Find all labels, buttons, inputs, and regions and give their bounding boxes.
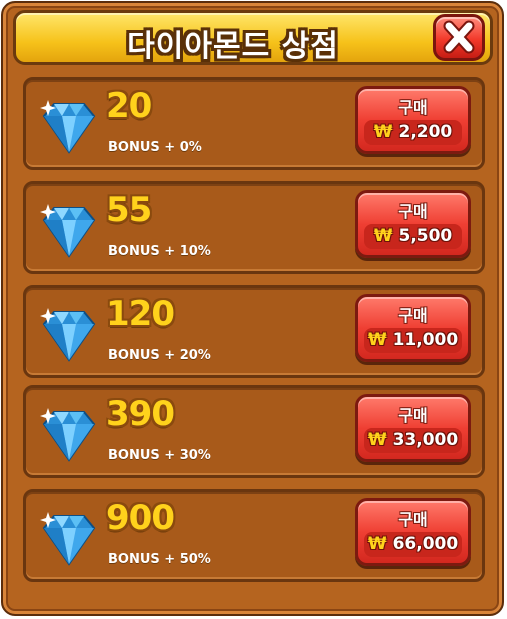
price-box: ₩11,000 — [364, 328, 462, 353]
price-box: ₩5,500 — [364, 224, 462, 249]
buy-button[interactable]: 구매 ₩2,200 — [355, 86, 471, 154]
buy-button[interactable]: 구매 ₩66,000 — [355, 498, 471, 566]
title-bar: 다이아몬드 상점 — [13, 10, 493, 65]
close-x-icon — [443, 20, 475, 54]
price-text: ₩11,000 — [364, 330, 462, 350]
diamond-amount: 390 — [106, 394, 175, 434]
buy-button[interactable]: 구매 ₩11,000 — [355, 294, 471, 362]
shop-item-row: 55 BONUS + 10% 구매 ₩5,500 — [23, 181, 485, 274]
diamond-icon — [40, 408, 96, 462]
price-box: ₩2,200 — [364, 120, 462, 145]
diamond-icon — [40, 100, 96, 154]
shop-item-row: 120 BONUS + 20% 구매 ₩11,000 — [23, 285, 485, 378]
bonus-text: BONUS + 30% — [108, 448, 211, 463]
shop-item-row: 900 BONUS + 50% 구매 ₩66,000 — [23, 489, 485, 582]
shop-title: 다이아몬드 상점 — [127, 29, 339, 64]
diamond-amount: 900 — [106, 498, 175, 538]
price-text: ₩66,000 — [364, 534, 462, 554]
won-symbol: ₩ — [373, 122, 393, 142]
price-value: 5,500 — [398, 226, 453, 246]
won-symbol: ₩ — [367, 330, 387, 350]
price-box: ₩66,000 — [364, 532, 462, 557]
bonus-text: BONUS + 10% — [108, 244, 211, 259]
buy-label: 구매 — [398, 202, 428, 221]
diamond-icon — [40, 308, 96, 362]
diamond-amount: 120 — [106, 294, 175, 334]
shop-item-row: 390 BONUS + 30% 구매 ₩33,000 — [23, 385, 485, 478]
price-text: ₩5,500 — [364, 226, 462, 246]
diamond-icon — [40, 512, 96, 566]
price-text: ₩33,000 — [364, 430, 462, 450]
won-symbol: ₩ — [373, 226, 393, 246]
won-symbol: ₩ — [367, 534, 387, 554]
buy-label: 구매 — [398, 306, 428, 325]
price-value: 11,000 — [392, 330, 459, 350]
price-text: ₩2,200 — [364, 122, 462, 142]
bonus-text: BONUS + 20% — [108, 348, 211, 363]
won-symbol: ₩ — [367, 430, 387, 450]
bonus-text: BONUS + 0% — [108, 140, 202, 155]
buy-label: 구매 — [398, 98, 428, 117]
diamond-amount: 20 — [106, 86, 152, 126]
diamond-amount: 55 — [106, 190, 152, 230]
buy-button[interactable]: 구매 ₩5,500 — [355, 190, 471, 258]
buy-label: 구매 — [398, 510, 428, 529]
price-box: ₩33,000 — [364, 428, 462, 453]
buy-label: 구매 — [398, 406, 428, 425]
price-value: 33,000 — [392, 430, 459, 450]
price-value: 66,000 — [392, 534, 459, 554]
bonus-text: BONUS + 50% — [108, 552, 211, 567]
price-value: 2,200 — [398, 122, 453, 142]
shop-item-row: 20 BONUS + 0% 구매 ₩2,200 — [23, 77, 485, 170]
close-button[interactable] — [433, 14, 485, 61]
buy-button[interactable]: 구매 ₩33,000 — [355, 394, 471, 462]
diamond-icon — [40, 204, 96, 258]
